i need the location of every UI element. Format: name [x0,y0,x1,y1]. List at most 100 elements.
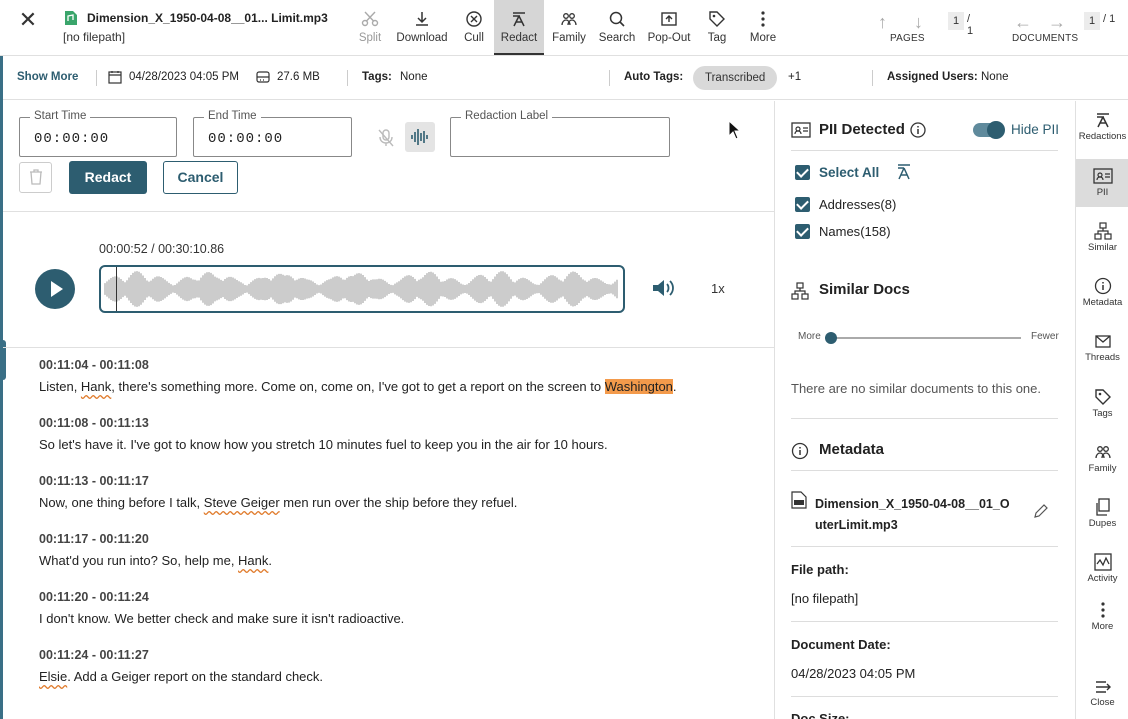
page-current[interactable]: 1 [948,12,964,30]
rail-similar[interactable]: Similar [1076,222,1128,253]
divider [791,696,1058,697]
pii-entity[interactable]: Steve Geiger [204,495,280,510]
start-time-field[interactable]: Start Time 00:00:00 [19,110,177,157]
segment-text: What'd you run into? So, help me, Hank. [39,553,759,568]
rail-metadata[interactable]: Metadata [1076,277,1128,308]
info-icon[interactable] [910,122,926,138]
more-button[interactable]: More [738,0,788,55]
side-panel: PII Detected Hide PII Select All Address… [775,101,1075,719]
addresses-checkbox[interactable] [795,197,810,212]
hide-pii-label: Hide PII [1011,122,1060,137]
rail-pii[interactable]: PII [1076,159,1128,207]
top-toolbar: ✕ Dimension_X_1950-04-08__01... Limit.mp… [0,0,1128,56]
popout-label: Pop-Out [647,32,691,44]
rail-family-label: Family [1088,463,1117,474]
document-date-label: Document Date: [791,637,891,652]
auto-tag-more[interactable]: +1 [788,71,801,83]
addresses-item[interactable]: Addresses(8) [819,197,896,212]
download-button[interactable]: Download [395,0,449,55]
cull-button[interactable]: Cull [449,0,499,55]
scissors-icon [361,11,379,27]
show-more-link[interactable]: Show More [17,71,78,83]
end-time-value[interactable]: 00:00:00 [208,131,283,147]
divider [96,70,97,86]
metadata-info-icon [791,442,809,460]
tag-label: Tag [707,32,727,44]
play-button[interactable] [35,269,75,309]
text-run: Listen, [39,379,81,394]
highlighted-entity[interactable]: Washington [604,379,673,394]
pii-entity[interactable]: Elsie [39,669,67,684]
divider [3,211,774,212]
tag-icon [1094,389,1111,405]
next-document-arrow-icon[interactable]: → [1048,12,1066,33]
volume-icon[interactable] [651,277,675,299]
rail-activity[interactable]: Activity [1076,553,1128,584]
rail-dupes[interactable]: Dupes [1076,498,1128,529]
divider [347,70,348,86]
transcript-segment[interactable]: 00:11:17 - 00:11:20 What'd you run into? … [39,532,759,590]
transcript-segment[interactable]: 00:11:04 - 00:11:08 Listen, Hank, there's… [39,358,759,416]
close-icon[interactable]: ✕ [18,9,38,31]
transcript-segment[interactable]: 00:11:24 - 00:11:27 Elsie. Add a Geiger r… [39,648,759,706]
rail-redactions[interactable]: Redactions [1076,111,1128,142]
more-vertical-icon [1100,602,1105,618]
names-checkbox[interactable] [795,224,810,239]
similar-docs-title: Similar Docs [819,281,910,298]
family-button[interactable]: Family [544,0,594,55]
popout-button[interactable]: Pop-Out [644,0,694,55]
mute-microphone-icon[interactable] [377,128,395,148]
redaction-label-field[interactable]: Redaction Label [450,110,670,157]
prev-document-arrow-icon[interactable]: ← [1014,12,1032,33]
divider [609,70,610,86]
segment-text: Listen, Hank, there's something more. Co… [39,379,759,394]
search-button[interactable]: Search [592,0,642,55]
pii-entity[interactable]: Hank [81,379,111,394]
cull-icon [466,11,482,27]
rail-family[interactable]: Family [1076,443,1128,474]
waveform-mode-button[interactable] [405,122,435,152]
edit-pencil-icon[interactable] [1033,503,1049,519]
names-item[interactable]: Names(158) [819,224,891,239]
document-current[interactable]: 1 [1084,12,1100,30]
next-page-arrow-icon[interactable]: ↓ [914,12,923,33]
cancel-button[interactable]: Cancel [163,161,238,194]
rail-tags[interactable]: Tags [1076,388,1128,419]
more-vertical-icon [761,11,765,27]
audio-waveform[interactable] [99,265,625,313]
rail-more[interactable]: More [1076,601,1128,632]
split-button[interactable]: Split [345,0,395,55]
select-all-label[interactable]: Select All [819,165,879,180]
transcript-segment[interactable]: 00:11:13 - 00:11:17 Now, one thing before… [39,474,759,532]
transcript-segment[interactable]: 00:11:20 - 00:11:24 I don't know. We bett… [39,590,759,648]
end-time-field[interactable]: End Time 00:00:00 [193,110,352,157]
split-label: Split [358,32,382,44]
prev-page-arrow-icon[interactable]: ↑ [878,12,887,33]
auto-tag-chip[interactable]: Transcribed [693,66,778,90]
document-filepath: [no filepath] [63,30,126,44]
tag-button[interactable]: Tag [692,0,742,55]
download-icon [416,12,428,26]
waveform-playhead[interactable] [116,267,118,311]
rail-activity-label: Activity [1087,573,1118,584]
redact-tool-button[interactable]: Redact [494,0,544,55]
redact-button[interactable]: Redact [69,161,147,194]
transcript-segment[interactable]: 00:11:08 - 00:11:13 So let's have it. I'v… [39,416,759,474]
waveform-graphic [104,271,618,307]
divider [791,470,1058,471]
right-rail: Redactions PII Similar Metadata Threads … [1075,101,1128,719]
similarity-slider-knob[interactable] [825,332,837,344]
metadata-file-name-line2: uterLimit.mp3 [815,518,898,532]
similarity-slider-track[interactable] [829,337,1021,339]
select-all-checkbox[interactable] [795,165,810,180]
hide-pii-toggle[interactable] [973,121,1005,139]
redact-all-icon[interactable] [896,163,912,181]
playback-speed[interactable]: 1x [711,281,725,296]
rail-close[interactable]: Close [1076,679,1128,708]
names-count: (158) [860,224,891,239]
pii-entity[interactable]: Hank [238,553,268,568]
rail-threads[interactable]: Threads [1076,332,1128,363]
start-time-value[interactable]: 00:00:00 [34,131,109,147]
names-label: Names [819,224,861,239]
delete-redaction-button[interactable] [19,162,52,193]
